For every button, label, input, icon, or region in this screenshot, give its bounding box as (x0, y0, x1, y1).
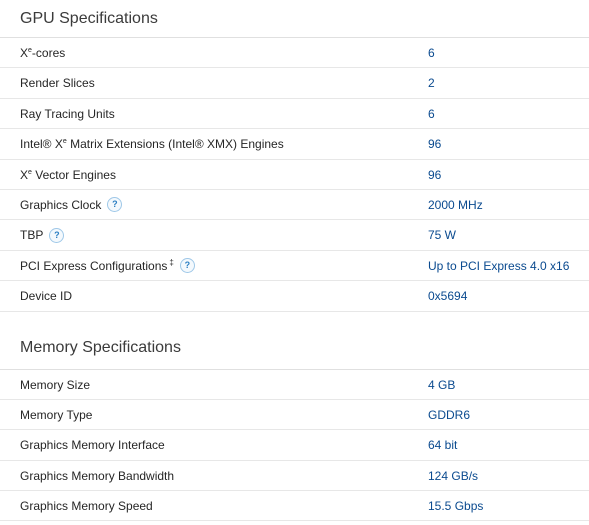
spec-value-memory-interface: 64 bit (428, 438, 458, 453)
spec-value-xmx-engines: 96 (428, 137, 442, 152)
spec-value-ray-tracing-units: 6 (428, 106, 435, 121)
section-title-memory: Memory Specifications (0, 329, 589, 370)
spec-row-pci-express: PCI Express Configurations ‡? Up to PCI E… (0, 251, 589, 282)
spec-label-xe-cores: Xe-cores (20, 46, 66, 60)
spec-label-render-slices: Render Slices (20, 76, 95, 91)
spec-row-render-slices: Render Slices 2 (0, 68, 589, 99)
spec-value-memory-type: GDDR6 (428, 407, 471, 422)
spec-row-memory-type: Memory Type GDDR6 (0, 400, 589, 431)
spec-value-graphics-clock: 2000 MHz (428, 197, 483, 212)
spec-label-memory-bandwidth: Graphics Memory Bandwidth (20, 468, 175, 483)
help-icon[interactable]: ? (107, 197, 123, 213)
spec-value-memory-size: 4 GB (428, 377, 456, 392)
spec-value-render-slices: 2 (428, 76, 435, 91)
footnote-marker: ‡ (169, 257, 174, 267)
spec-row-memory-interface: Graphics Memory Interface 64 bit (0, 430, 589, 461)
spec-label-device-id: Device ID (20, 289, 73, 304)
spec-label-xmx-engines: Intel® Xe Matrix Extensions (Intel® XMX)… (20, 137, 284, 152)
memory-specifications-section: Memory Specifications Memory Size 4 GB M… (0, 329, 589, 522)
spec-label-vector-engines: Xe Vector Engines (20, 167, 116, 182)
spec-value-pci-express: Up to PCI Express 4.0 x16 (428, 258, 570, 273)
spec-label-memory-size: Memory Size (20, 377, 91, 392)
spec-row-memory-bandwidth: Graphics Memory Bandwidth 124 GB/s (0, 461, 589, 492)
section-title-gpu: GPU Specifications (0, 0, 589, 38)
spec-value-memory-speed: 15.5 Gbps (428, 499, 484, 514)
spec-row-tbp: TBP? 75 W (0, 220, 589, 251)
spec-label-tbp: TBP? (20, 220, 65, 250)
spec-label-graphics-clock: Graphics Clock? (20, 190, 123, 220)
spec-row-graphics-clock: Graphics Clock? 2000 MHz (0, 190, 589, 221)
gpu-specifications-section: GPU Specifications Xe-cores 6 Render Sli… (0, 0, 589, 312)
spec-label-memory-type: Memory Type (20, 407, 93, 422)
help-icon[interactable]: ? (179, 258, 195, 274)
spec-row-xmx-engines: Intel® Xe Matrix Extensions (Intel® XMX)… (0, 129, 589, 160)
spec-label-memory-speed: Graphics Memory Speed (20, 499, 153, 514)
spec-value-memory-bandwidth: 124 GB/s (428, 468, 479, 483)
spec-value-xe-cores: 6 (428, 46, 435, 60)
spec-value-vector-engines: 96 (428, 167, 442, 182)
spec-row-vector-engines: Xe Vector Engines 96 (0, 160, 589, 190)
spec-row-ray-tracing-units: Ray Tracing Units 6 (0, 99, 589, 130)
spec-row-device-id: Device ID 0x5694 (0, 281, 589, 312)
spec-label-memory-interface: Graphics Memory Interface (20, 438, 165, 453)
spec-row-memory-speed: Graphics Memory Speed 15.5 Gbps (0, 491, 589, 522)
spec-value-tbp: 75 W (428, 228, 457, 243)
spec-row-xe-cores: Xe-cores 6 (0, 38, 589, 69)
help-icon[interactable]: ? (49, 227, 65, 243)
spec-row-memory-size: Memory Size 4 GB (0, 370, 589, 400)
spec-label-pci-express: PCI Express Configurations ‡? (20, 251, 195, 281)
spec-page: GPU Specifications Xe-cores 6 Render Sli… (0, 0, 589, 525)
spec-value-device-id: 0x5694 (428, 289, 468, 304)
spec-label-ray-tracing-units: Ray Tracing Units (20, 106, 115, 121)
